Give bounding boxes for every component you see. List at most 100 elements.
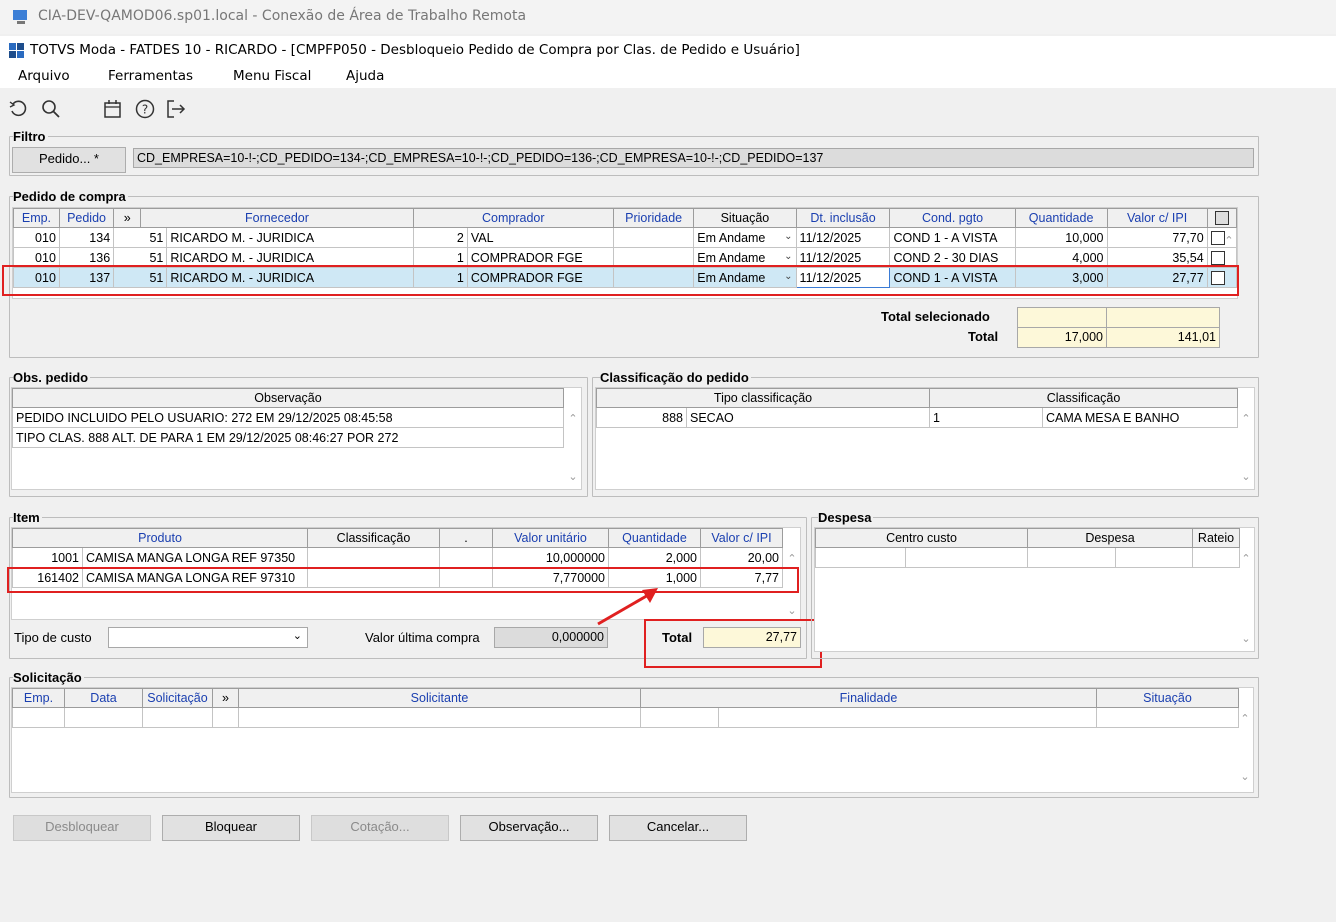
cell-empty	[12, 707, 65, 728]
cell-cls-cod: 1	[929, 407, 1043, 428]
annotation-box-selected-row	[2, 265, 1239, 296]
observacao-button[interactable]: Observação...	[460, 815, 598, 841]
col-expand[interactable]: »	[212, 688, 239, 708]
list-item[interactable]: TIPO CLAS. 888 ALT. DE PARA 1 EM 29/12/2…	[12, 427, 564, 448]
menu-fiscal[interactable]: Menu Fiscal	[233, 68, 311, 84]
col-situacao[interactable]: Situação	[1096, 688, 1239, 708]
scroll-up-icon[interactable]: ⌃	[1240, 412, 1252, 425]
col-solicitacao[interactable]: Solicitação	[142, 688, 213, 708]
cotacao-button[interactable]: Cotação...	[311, 815, 449, 841]
menu-ferramentas[interactable]: Ferramentas	[108, 68, 193, 84]
rdp-title-bar: CIA-DEV-QAMOD06.sp01.local - Conexão de …	[0, 0, 1336, 34]
rdp-title: CIA-DEV-QAMOD06.sp01.local - Conexão de …	[38, 8, 527, 24]
cell-emp: 010	[13, 227, 60, 248]
cell-empty	[1096, 707, 1239, 728]
list-item[interactable]: PEDIDO INCLUIDO PELO USUARIO: 272 EM 29/…	[12, 407, 564, 428]
col-rateio[interactable]: Rateio	[1192, 528, 1240, 548]
menu-ajuda[interactable]: Ajuda	[346, 68, 384, 84]
col-data[interactable]: Data	[64, 688, 143, 708]
chevron-down-icon[interactable]: ⌄	[293, 629, 302, 642]
col-centro-custo[interactable]: Centro custo	[815, 528, 1028, 548]
col-quantidade[interactable]: Quantidade	[608, 528, 701, 548]
col-dt-inclusao[interactable]: Dt. inclusão	[795, 208, 891, 228]
table-row[interactable]: 888 SECAO 1 CAMA MESA E BANHO	[596, 407, 1239, 428]
scroll-up-icon[interactable]: ⌃	[1240, 552, 1252, 565]
col-solicitante[interactable]: Solicitante	[238, 688, 641, 708]
obs-table: Observação PEDIDO INCLUIDO PELO USUARIO:…	[12, 388, 564, 448]
scroll-down-icon[interactable]: ⌄	[1240, 632, 1252, 645]
total-selecionado-label: Total selecionado	[881, 309, 990, 324]
col-classificacao[interactable]: Classificação	[307, 528, 440, 548]
select-all-checkbox[interactable]	[1214, 211, 1229, 226]
cell-tipo: SECAO	[686, 407, 930, 428]
tipo-custo-select[interactable]: ⌄	[108, 627, 308, 648]
scroll-down-icon[interactable]: ⌄	[1239, 770, 1251, 783]
scroll-up-icon[interactable]: ⌃	[567, 412, 579, 425]
cancelar-button[interactable]: Cancelar...	[609, 815, 747, 841]
col-situacao[interactable]: Situação	[693, 208, 797, 228]
table-row[interactable]	[815, 547, 1240, 568]
scroll-up-icon[interactable]: ⌃	[1223, 234, 1235, 247]
classificacao-table: Tipo classificação Classificação 888 SEC…	[596, 388, 1239, 428]
cell-fornecedor: RICARDO M. - JURIDICA	[166, 227, 414, 248]
col-emp[interactable]: Emp.	[12, 688, 65, 708]
col-valor-ipi[interactable]: Valor c/ IPI	[1106, 208, 1208, 228]
situacao-value: Em Andame	[697, 230, 766, 245]
col-despesa[interactable]: Despesa	[1027, 528, 1193, 548]
total-sel-qtd	[1017, 307, 1107, 328]
col-emp[interactable]: Emp.	[13, 208, 60, 228]
calendar-icon[interactable]	[102, 98, 124, 120]
pedido-filter-button[interactable]: Pedido... *	[12, 147, 126, 173]
col-comprador[interactable]: Comprador	[412, 208, 614, 228]
col-tipo-classificacao[interactable]: Tipo classificação	[596, 388, 930, 408]
scroll-up-icon[interactable]: ⌃	[786, 552, 798, 565]
col-valor-ipi[interactable]: Valor c/ IPI	[700, 528, 783, 548]
scroll-up-icon[interactable]: ⌃	[1239, 712, 1251, 725]
col-cond-pgto[interactable]: Cond. pgto	[889, 208, 1016, 228]
pedido-header-row: Emp. Pedido » Fornecedor Comprador Prior…	[13, 208, 1237, 228]
col-select-all[interactable]	[1206, 208, 1237, 228]
remote-desktop-icon	[13, 10, 27, 24]
search-icon[interactable]	[40, 98, 62, 120]
filter-expression-field[interactable]: CD_EMPRESA=10-!-;CD_PEDIDO=134-;CD_EMPRE…	[133, 148, 1254, 168]
col-valor-unitario[interactable]: Valor unitário	[492, 528, 609, 548]
col-pedido[interactable]: Pedido	[58, 208, 115, 228]
undo-icon[interactable]	[8, 98, 30, 120]
col-expand[interactable]: »	[113, 208, 142, 228]
col-finalidade[interactable]: Finalidade	[640, 688, 1097, 708]
table-row[interactable]: 1001 CAMISA MANGA LONGA REF 97350 10,000…	[12, 547, 783, 568]
col-quantidade[interactable]: Quantidade	[1014, 208, 1108, 228]
annotation-arrow-icon	[597, 588, 658, 626]
obs-grid: Observação PEDIDO INCLUIDO PELO USUARIO:…	[11, 387, 582, 490]
col-fornecedor[interactable]: Fornecedor	[140, 208, 414, 228]
col-observacao[interactable]: Observação	[12, 388, 564, 408]
menu-arquivo[interactable]: Arquivo	[18, 68, 70, 84]
col-produto[interactable]: Produto	[12, 528, 308, 548]
scroll-down-icon[interactable]: ⌄	[786, 604, 798, 617]
col-prioridade[interactable]: Prioridade	[612, 208, 695, 228]
bloquear-button[interactable]: Bloquear	[162, 815, 300, 841]
exit-icon[interactable]	[165, 98, 187, 120]
table-row[interactable]: 010 134 51 RICARDO M. - JURIDICA 2 VAL E…	[13, 227, 1237, 248]
app-icon	[9, 43, 24, 58]
col-classificacao[interactable]: Classificação	[928, 388, 1239, 408]
desbloquear-button[interactable]: Desbloquear	[13, 815, 151, 841]
chevron-down-icon[interactable]: ⌄	[784, 251, 792, 262]
row-checkbox[interactable]	[1210, 250, 1225, 265]
cell-produto: CAMISA MANGA LONGA REF 97350	[82, 547, 308, 568]
situacao-value: Em Andame	[697, 250, 766, 265]
scroll-down-icon[interactable]: ⌄	[1240, 470, 1252, 483]
total-sel-valor	[1106, 307, 1220, 328]
filtro-label: Filtro	[13, 129, 48, 144]
cell-situacao[interactable]: Em Andame ⌄	[693, 227, 797, 248]
help-icon[interactable]: ?	[134, 98, 156, 120]
scroll-down-icon[interactable]: ⌄	[567, 470, 579, 483]
table-row[interactable]	[12, 707, 1239, 728]
col-dot[interactable]: .	[439, 528, 493, 548]
chevron-down-icon[interactable]: ⌄	[784, 231, 792, 242]
annotation-box-item-row	[7, 567, 799, 593]
cell-comprador: VAL	[466, 227, 614, 248]
cell-empty	[1115, 547, 1193, 568]
cell-classificacao	[307, 547, 440, 568]
cell-cod: 1001	[12, 547, 83, 568]
